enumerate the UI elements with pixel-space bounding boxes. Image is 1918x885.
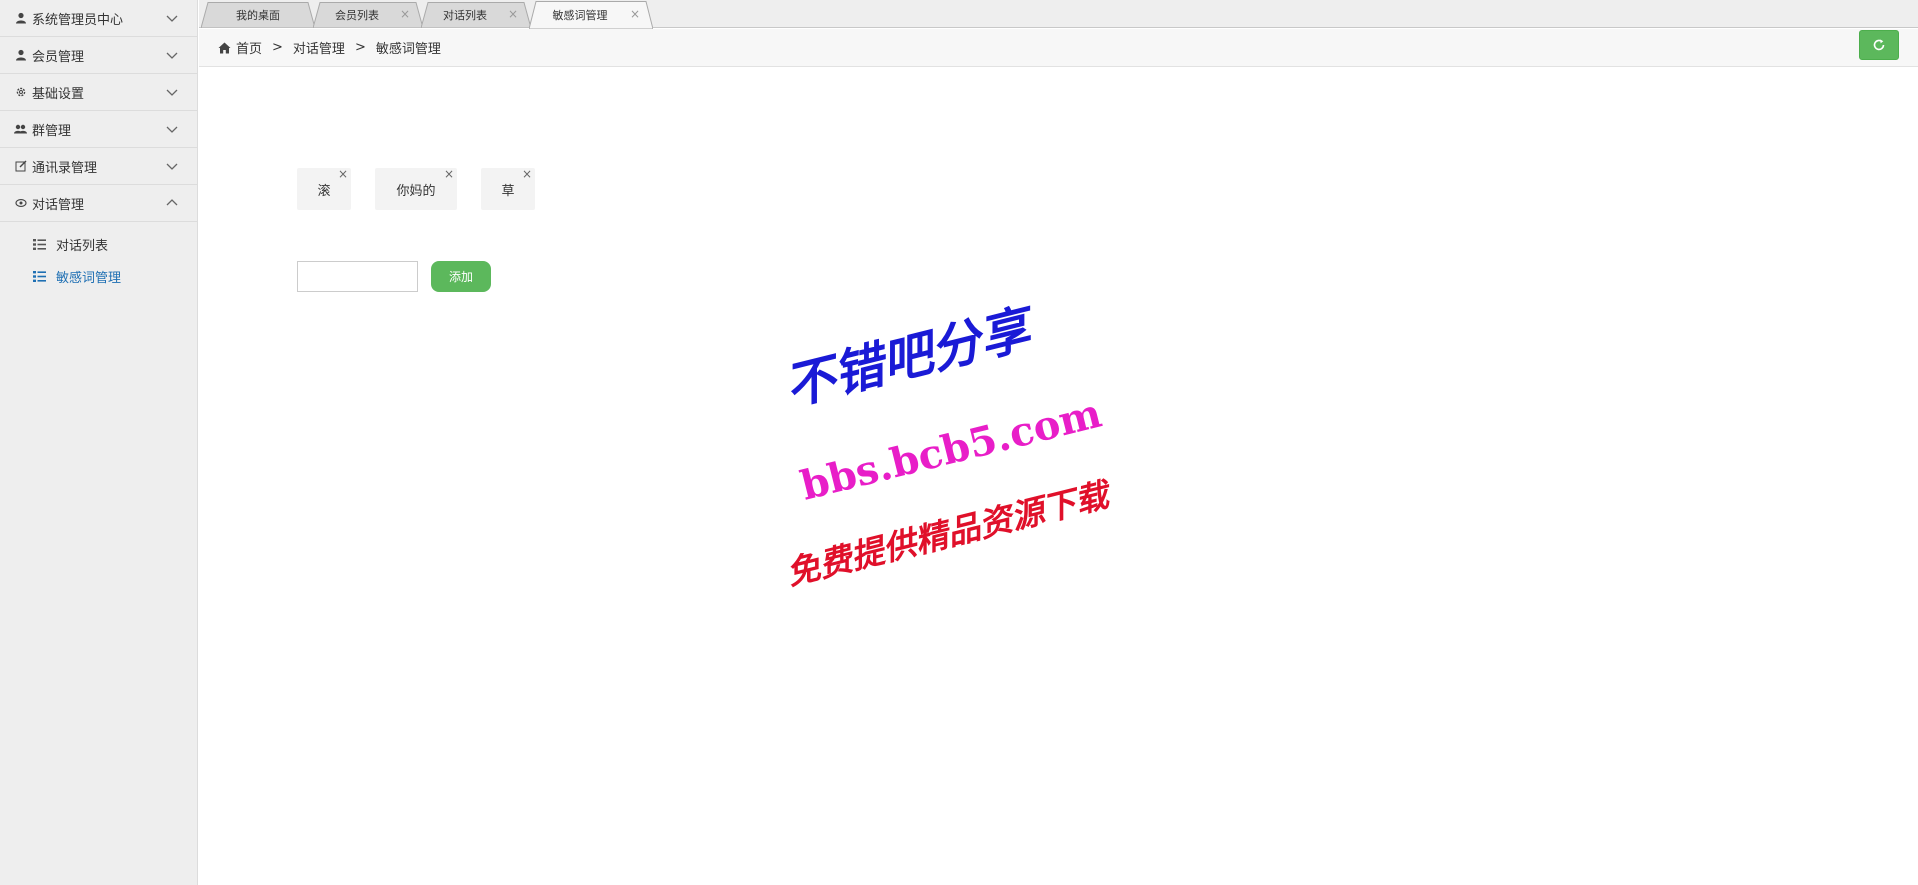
add-button[interactable]: 添加: [431, 261, 491, 292]
sidebar: 系统管理员中心 会员管理 基础设置 群管理 通讯录管理 对话管理 对话列表 敏感…: [0, 0, 198, 885]
tab-label: 我的桌面: [236, 9, 280, 22]
refresh-button[interactable]: [1859, 30, 1899, 60]
chevron-down-icon: [166, 52, 178, 59]
breadcrumb-dialog-management[interactable]: 对话管理: [293, 38, 345, 57]
tab-label: 会员列表: [335, 9, 379, 22]
tab-label: 对话列表: [443, 9, 487, 22]
breadcrumb-home[interactable]: 首页: [236, 38, 262, 57]
sensitive-word-tag: 滚 ×: [297, 167, 351, 210]
sensitive-word-tag: 你妈的 ×: [375, 167, 457, 210]
chevron-down-icon: [166, 15, 178, 22]
sensitive-word-list: 滚 × 你妈的 × 草 ×: [297, 167, 559, 210]
breadcrumb: 首页 > 对话管理 > 敏感词管理: [199, 29, 1918, 67]
sidebar-item-admin-center[interactable]: 系统管理员中心: [0, 0, 197, 37]
chevron-down-icon: [166, 163, 178, 170]
user-icon: [14, 49, 27, 62]
sidebar-item-member-management[interactable]: 会员管理: [0, 37, 197, 74]
close-icon[interactable]: ×: [507, 7, 519, 21]
list-icon: [33, 238, 46, 250]
sidebar-item-group-management[interactable]: 群管理: [0, 111, 197, 148]
sensitive-word-text: 滚: [317, 183, 331, 199]
users-icon: [14, 123, 27, 136]
submenu-item-dialog-list[interactable]: 对话列表: [0, 228, 197, 260]
close-icon[interactable]: ×: [399, 7, 411, 21]
sensitive-word-input[interactable]: [297, 261, 418, 292]
dialog-submenu: 对话列表 敏感词管理: [0, 222, 197, 292]
sensitive-word-tag: 草 ×: [481, 167, 535, 210]
sidebar-item-label: 通讯录管理: [32, 160, 98, 176]
tab-bar: 我的桌面 会员列表 × 对话列表 × 敏感词管理 ×: [199, 0, 1918, 29]
tab-label: 敏感词管理: [552, 9, 608, 22]
sidebar-item-dialog-management[interactable]: 对话管理: [0, 185, 197, 222]
breadcrumb-separator: >: [354, 40, 366, 55]
delete-word-icon[interactable]: ×: [444, 167, 454, 181]
user-icon: [14, 12, 27, 25]
sidebar-item-label: 对话管理: [32, 197, 85, 213]
tab-my-desktop[interactable]: 我的桌面: [201, 2, 315, 28]
sidebar-item-contacts-management[interactable]: 通讯录管理: [0, 148, 197, 185]
submenu-item-label: 敏感词管理: [56, 270, 122, 286]
submenu-item-label: 对话列表: [56, 238, 109, 254]
chevron-up-icon: [166, 199, 178, 206]
sidebar-item-label: 系统管理员中心: [32, 12, 124, 28]
chevron-down-icon: [166, 126, 178, 133]
sidebar-item-label: 会员管理: [32, 49, 85, 65]
sidebar-item-label: 基础设置: [32, 86, 85, 102]
tab-sensitive-words[interactable]: 敏感词管理 ×: [529, 1, 653, 29]
home-icon: [218, 42, 231, 53]
list-icon: [33, 270, 46, 282]
tab-member-list[interactable]: 会员列表 ×: [313, 2, 423, 28]
sensitive-word-text: 你妈的: [396, 183, 436, 199]
delete-word-icon[interactable]: ×: [338, 167, 348, 181]
sensitive-word-text: 草: [501, 183, 515, 199]
add-word-form: 添加: [297, 261, 491, 292]
gear-icon: [14, 86, 27, 99]
submenu-item-sensitive-words[interactable]: 敏感词管理: [0, 260, 197, 292]
breadcrumb-separator: >: [272, 40, 283, 55]
watermark-line-1: 不错吧分享: [779, 297, 1044, 417]
close-icon[interactable]: ×: [629, 7, 641, 21]
refresh-icon: [1873, 39, 1885, 51]
edit-icon: [14, 160, 27, 173]
breadcrumb-current: 敏感词管理: [375, 42, 441, 57]
chevron-down-icon: [166, 89, 178, 96]
sidebar-item-basic-settings[interactable]: 基础设置: [0, 74, 197, 111]
watermark: 不错吧分享 bbs.bcb5.com 免费提供精品资源下载: [779, 297, 1117, 593]
tab-dialog-list[interactable]: 对话列表 ×: [421, 2, 531, 28]
delete-word-icon[interactable]: ×: [522, 167, 532, 181]
sidebar-item-label: 群管理: [32, 123, 72, 139]
eye-icon: [14, 197, 27, 210]
